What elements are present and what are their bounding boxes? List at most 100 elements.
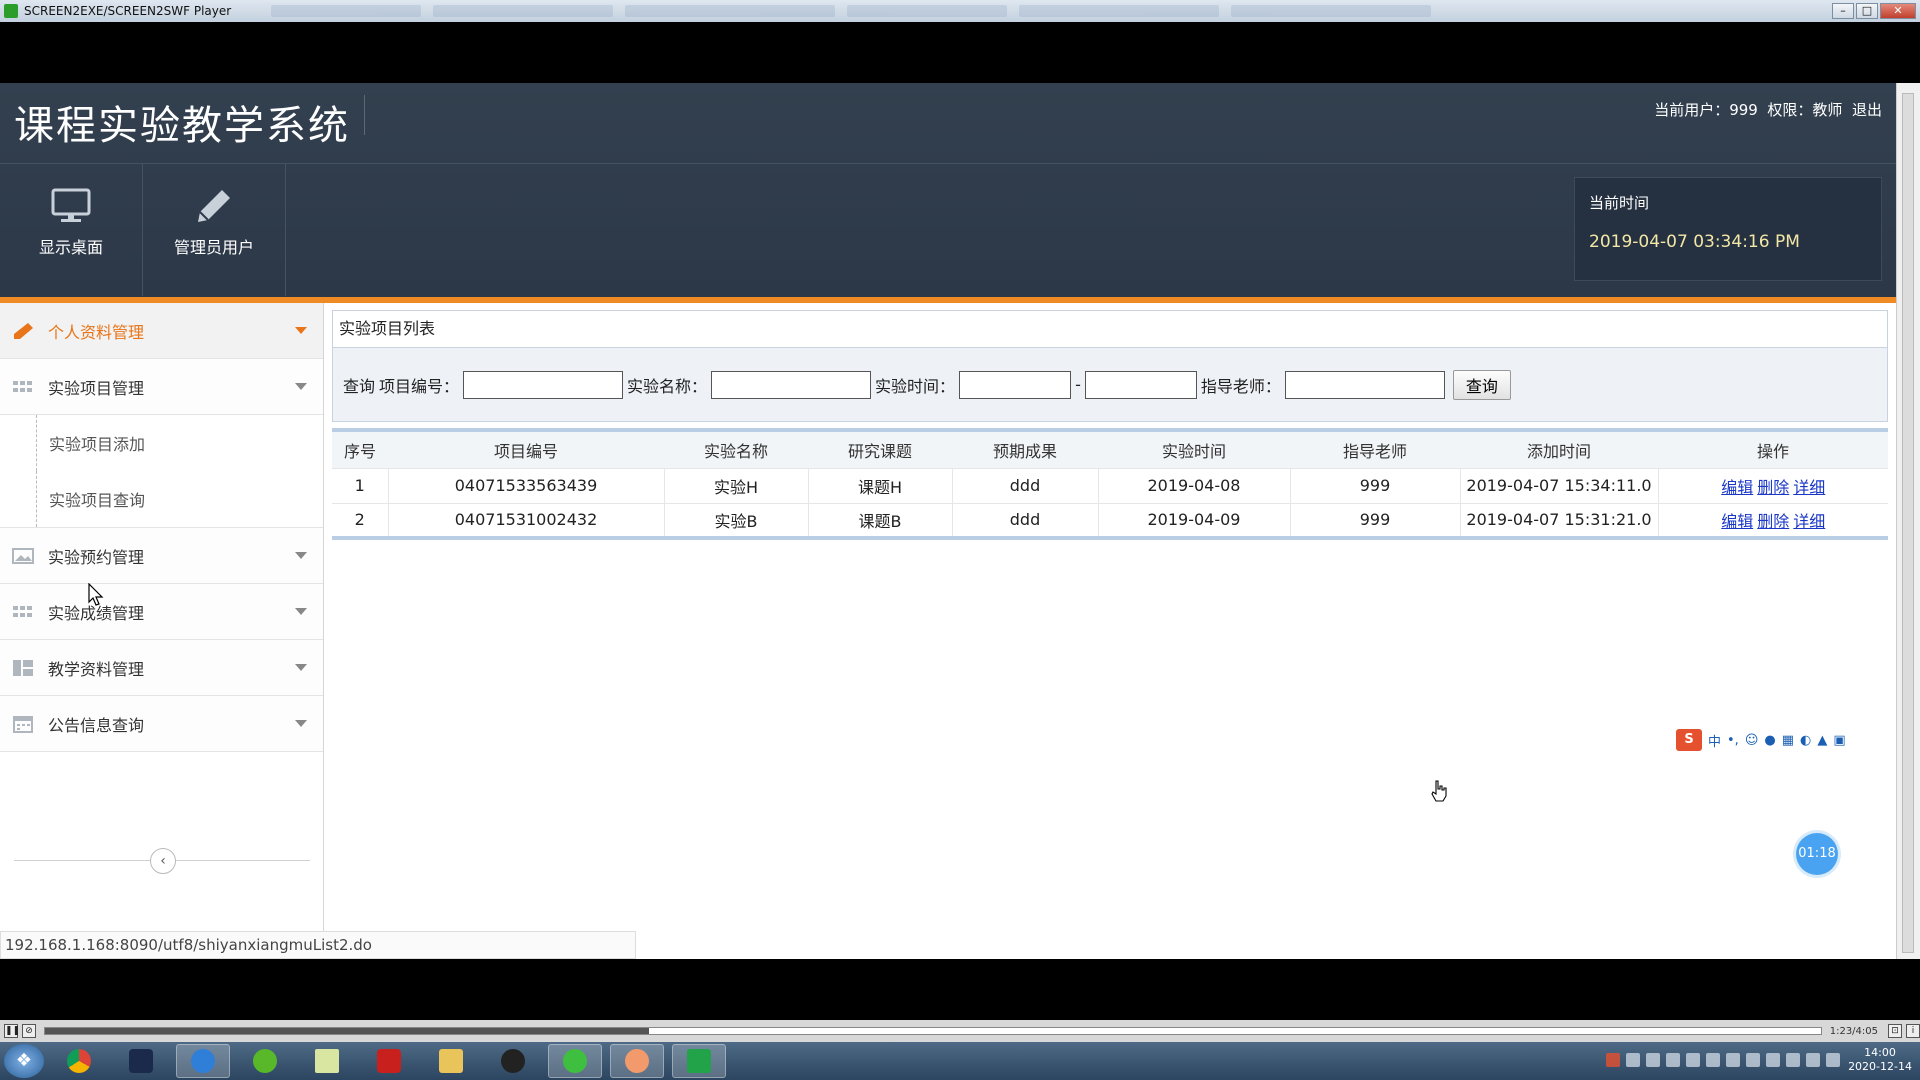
cell-topic: 课题B [808,502,953,538]
logout-link[interactable]: 退出 [1852,101,1882,119]
cell-result: ddd [952,467,1099,503]
time-to-input[interactable] [1084,370,1197,399]
emoji-icon[interactable]: ☺ [1745,733,1759,748]
project-code-input[interactable] [463,370,624,399]
user-icon[interactable]: ◐ [1800,733,1811,748]
menu-experiment-project[interactable]: 实验项目管理 [0,359,323,415]
menu-teaching-materials[interactable]: 教学资料管理 [0,640,323,696]
pause-icon[interactable]: ❚❚ [4,1024,20,1038]
player-icon [687,1049,711,1073]
fullscreen-icon[interactable]: ⊡ [1888,1024,1902,1038]
tray-icons[interactable] [1606,1053,1841,1067]
browser-icon [191,1049,215,1073]
web-app: 课程实验教学系统 当前用户：999 权限：教师 退出 显示桌面 管理员用户 当前… [0,83,1896,959]
search-prefix-label: 查询 [343,376,376,396]
cell-teacher: 999 [1290,467,1461,503]
toolbox-icon[interactable]: ▣ [1833,733,1845,748]
menu-experiment-grades[interactable]: 实验成绩管理 [0,584,323,640]
layout-icon [13,659,33,676]
teacher-input[interactable] [1284,370,1445,399]
pencil-icon [198,190,230,222]
nav-show-desktop[interactable]: 显示桌面 [0,164,143,296]
cell-added: 2019-04-07 15:31:21.0 [1460,502,1659,538]
calendar-icon [13,715,33,733]
keyboard-icon[interactable]: ▦ [1782,733,1794,748]
taskbar-clock[interactable]: 14:00 2020-12-14 [1848,1046,1912,1074]
ime-mode[interactable]: 中 [1708,731,1721,750]
monitor-icon [51,188,91,222]
query-button[interactable]: 查询 [1452,369,1511,400]
pencil-icon [14,322,33,339]
nav-admin-user[interactable]: 管理员用户 [143,164,286,296]
vertical-scrollbar[interactable] [1896,83,1920,959]
current-user-name: 999 [1729,101,1758,119]
windows-taskbar: ❖ 14:00 2020-12-14 [0,1042,1920,1080]
sogou-ime-icon[interactable]: S [1676,729,1702,751]
menu-label: 实验项目管理 [48,378,145,398]
role-label: 权限： [1767,101,1813,119]
close-icon[interactable]: ✕ [1880,3,1916,19]
chrome-icon [67,1049,91,1073]
col-header: 实验名称 [664,430,808,468]
delete-link[interactable]: 删除 [1757,512,1789,531]
detail-link[interactable]: 详细 [1793,512,1825,531]
table-header-row: 序号 项目编号 实验名称 研究课题 预期成果 实验时间 指导老师 添加时间 操作 [332,430,1888,468]
mouse-pointer-icon [88,583,104,606]
chevron-left-icon[interactable]: ‹ [150,848,176,874]
edit-link[interactable]: 编辑 [1721,478,1753,497]
microphone-icon[interactable]: ● [1764,733,1775,748]
sidebar-collapse: ‹ [14,848,310,874]
scrollbar-thumb[interactable] [1902,93,1914,953]
submenu-add-project[interactable]: 实验项目添加 [36,415,323,471]
taskbar-wechat[interactable] [548,1044,602,1078]
current-time-value: 2019-04-07 03:34:16 PM [1589,232,1800,252]
edit-link[interactable]: 编辑 [1721,512,1753,531]
cell-actions: 编辑 删除 详细 [1658,502,1888,538]
table-row: 2 04071531002432 实验B 课题B ddd 2019-04-09 … [332,502,1888,538]
cell-added: 2019-04-07 15:34:11.0 [1460,467,1659,503]
cell-name: 实验B [664,502,809,538]
delete-link[interactable]: 删除 [1757,478,1789,497]
taskbar-flash[interactable] [362,1044,416,1078]
start-button[interactable]: ❖ [4,1044,44,1078]
recording-timer: 01:18 [1796,833,1838,875]
menu-personal-info[interactable]: 个人资料管理 [0,303,323,359]
taskbar-player[interactable] [672,1044,726,1078]
experiment-name-input[interactable] [711,370,872,399]
flash-icon [377,1049,401,1073]
submenu-query-project[interactable]: 实验项目查询 [36,471,323,527]
chevron-down-icon [295,552,307,559]
app-icon [129,1049,153,1073]
cell-no: 1 [332,467,389,503]
info-icon[interactable]: i [1906,1024,1920,1038]
col-header: 操作 [1658,430,1888,468]
taskbar-app[interactable] [238,1044,292,1078]
punctuation-icon[interactable]: •, [1727,733,1739,748]
cell-code: 04071533563439 [388,467,665,503]
window-controls: – □ ✕ [1832,3,1916,19]
maximize-icon[interactable]: □ [1856,3,1878,19]
taskbar-app[interactable] [114,1044,168,1078]
cell-name: 实验H [664,467,809,503]
taskbar-explorer[interactable] [424,1044,478,1078]
taskbar-notepad[interactable] [300,1044,354,1078]
ime-toolbar[interactable]: S 中 •, ☺ ● ▦ ◐ ▲ ▣ [1676,729,1846,751]
col-header: 指导老师 [1290,430,1460,468]
chevron-down-icon [295,608,307,615]
clock-date: 2020-12-14 [1848,1060,1912,1073]
skin-icon[interactable]: ▲ [1817,733,1827,748]
menu-announcements[interactable]: 公告信息查询 [0,696,323,752]
playback-track[interactable] [44,1027,1822,1035]
stop-icon[interactable]: ⊘ [22,1024,36,1038]
detail-link[interactable]: 详细 [1793,478,1825,497]
time-from-input[interactable] [959,370,1072,399]
cell-teacher: 999 [1290,502,1461,538]
nav-admin-user-label: 管理员用户 [173,238,254,257]
taskbar-qq[interactable] [486,1044,540,1078]
taskbar-chrome[interactable] [52,1044,106,1078]
menu-experiment-booking[interactable]: 实验预约管理 [0,528,323,584]
current-time-box: 当前时间 2019-04-07 03:34:16 PM [1574,177,1882,281]
taskbar-ie[interactable] [176,1044,230,1078]
taskbar-app[interactable] [610,1044,664,1078]
minimize-icon[interactable]: – [1832,3,1854,19]
